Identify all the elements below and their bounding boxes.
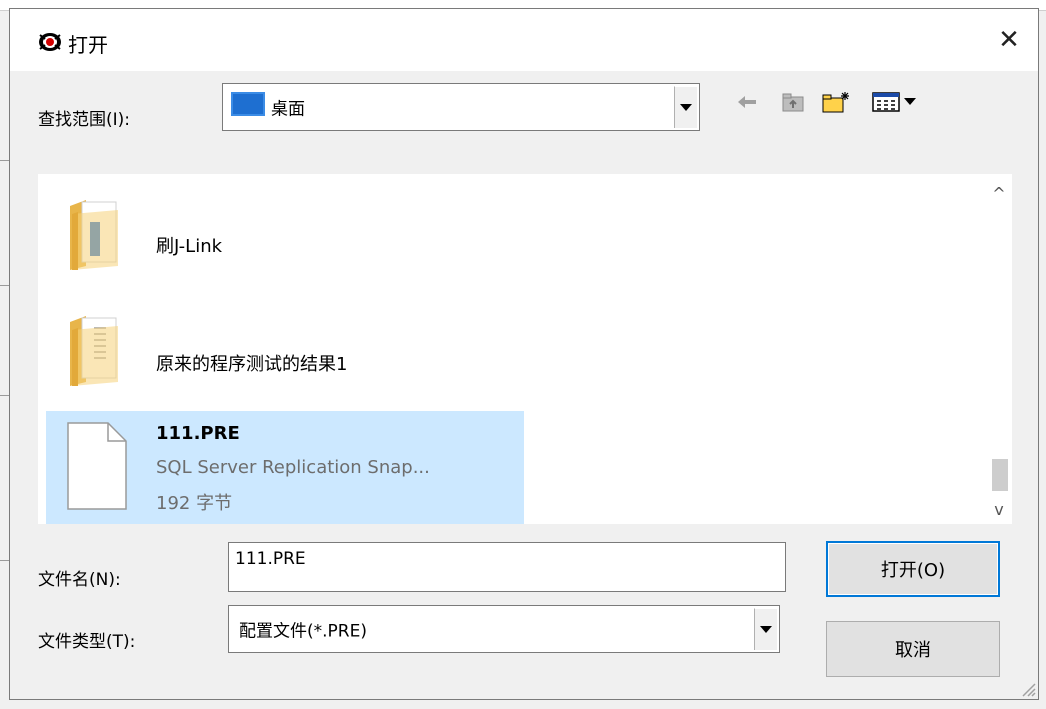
filename-value: 111.PRE	[235, 549, 306, 569]
list-item-selected[interactable]: 111.PRE SQL Server Replication Snap... 1…	[46, 411, 524, 524]
file-list[interactable]: 刷J-Link 原来的程序测试的结果1 111.PRE SQL Server R…	[38, 174, 1012, 524]
new-folder-button[interactable]	[822, 91, 852, 113]
open-file-dialog: 打开 ✕ 查找范围(I): 桌面 刷J-Link 原来的程序测试的结果1 111…	[9, 8, 1039, 700]
lookin-dropdown-arrow[interactable]	[674, 86, 697, 128]
scroll-up-button[interactable]: ^	[986, 180, 1012, 206]
filetype-label: 文件类型(T):	[38, 632, 136, 652]
chevron-up-icon: ^	[992, 183, 1006, 203]
view-menu-button[interactable]	[872, 91, 928, 113]
back-arrow-icon	[738, 96, 756, 108]
filename-input[interactable]: 111.PRE	[228, 542, 786, 592]
folder-icon	[70, 200, 118, 270]
back-button[interactable]	[736, 91, 758, 113]
open-button[interactable]: 打开(O)	[826, 541, 1000, 597]
chevron-down-icon	[680, 104, 692, 111]
file-name: 111.PRE	[156, 423, 240, 444]
filetype-dropdown-arrow[interactable]	[754, 608, 777, 650]
filetype-value: 配置文件(*.PRE)	[239, 621, 367, 642]
file-size: 192 字节	[156, 493, 233, 514]
resize-grip-icon[interactable]	[1020, 681, 1036, 697]
vertical-scrollbar[interactable]: ^ v	[986, 174, 1012, 524]
document-icon	[67, 422, 127, 510]
up-folder-button[interactable]	[780, 91, 806, 113]
cancel-button[interactable]: 取消	[826, 621, 1000, 677]
view-menu-icon	[872, 92, 916, 112]
chevron-down-icon: v	[994, 499, 1004, 519]
scrollbar-thumb[interactable]	[992, 459, 1008, 491]
new-folder-icon	[822, 92, 849, 113]
file-description: SQL Server Replication Snap...	[156, 457, 430, 478]
desktop-icon	[231, 92, 265, 116]
close-icon: ✕	[998, 25, 1020, 55]
scroll-down-button[interactable]: v	[986, 496, 1012, 522]
file-name: 原来的程序测试的结果1	[156, 354, 348, 375]
chevron-down-icon	[760, 626, 772, 633]
up-folder-icon	[782, 93, 804, 112]
folder-icon	[70, 316, 118, 386]
file-name: 刷J-Link	[156, 236, 223, 257]
list-item[interactable]: 原来的程序测试的结果1	[38, 292, 998, 410]
lookin-value: 桌面	[271, 99, 305, 120]
close-button[interactable]: ✕	[994, 25, 1024, 55]
lookin-label: 查找范围(I):	[38, 110, 131, 130]
lookin-dropdown[interactable]: 桌面	[222, 83, 700, 131]
dialog-title: 打开	[68, 33, 108, 57]
title-bar: 打开 ✕	[10, 9, 1038, 71]
list-item[interactable]: 刷J-Link	[38, 174, 998, 292]
filename-label: 文件名(N):	[38, 570, 121, 590]
filetype-dropdown[interactable]: 配置文件(*.PRE)	[228, 605, 780, 653]
app-logo-icon	[39, 33, 61, 51]
